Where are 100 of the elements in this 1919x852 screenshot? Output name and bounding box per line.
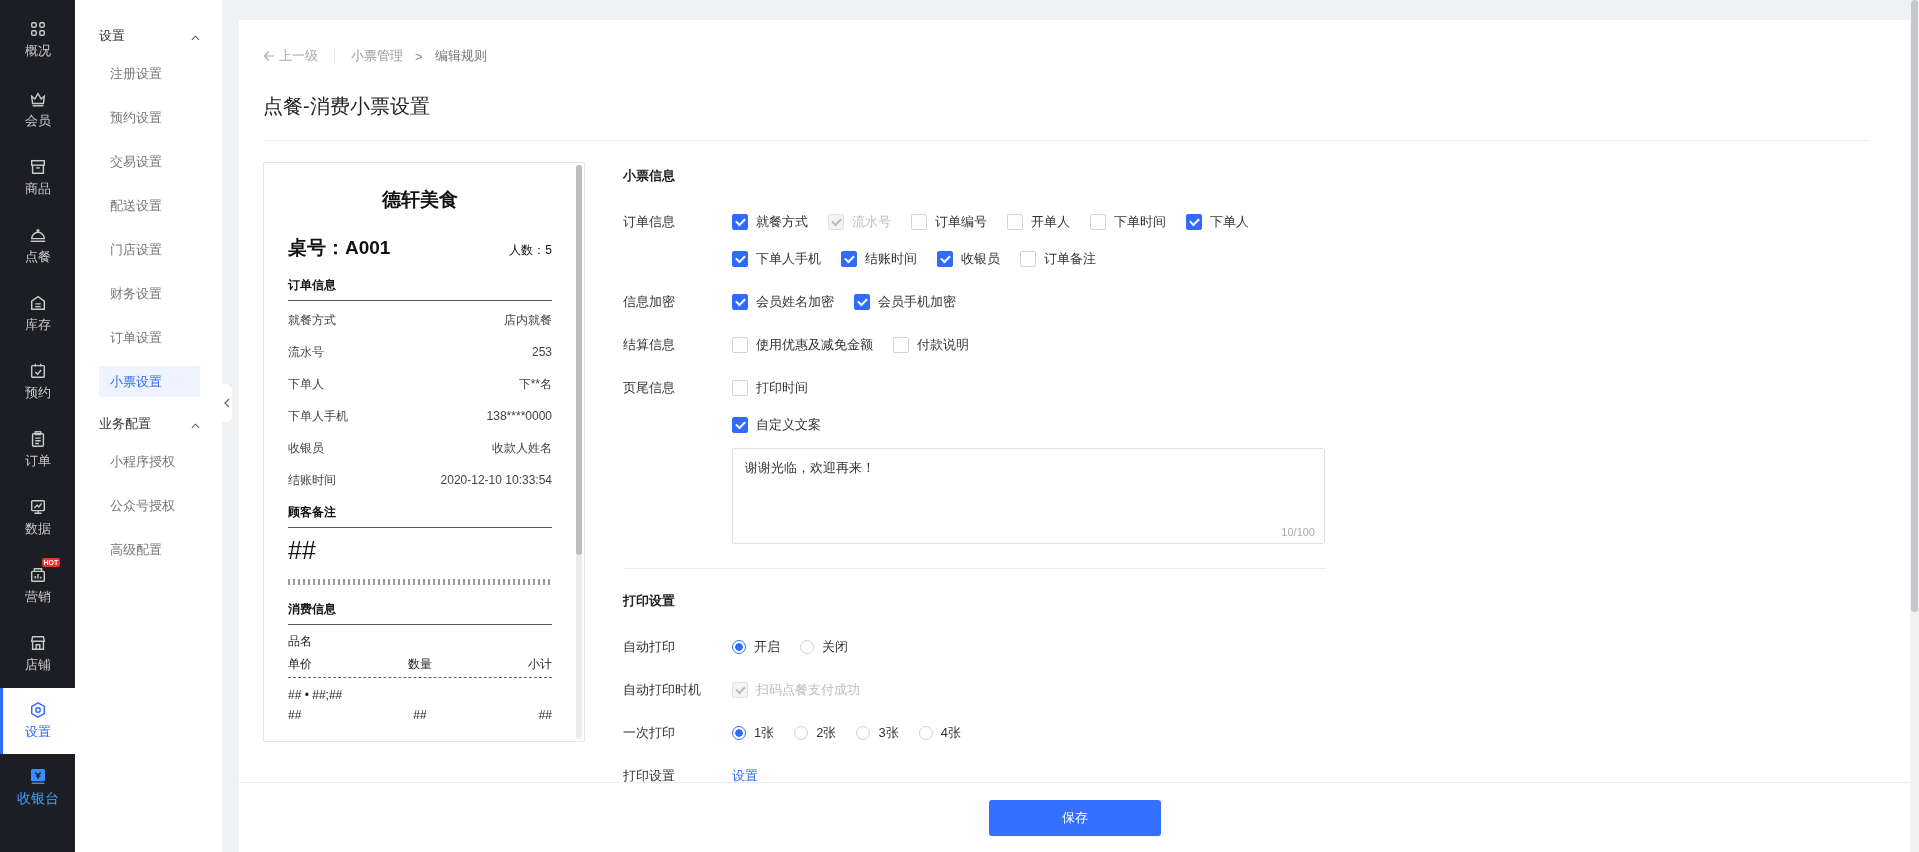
field-label: 自动打印	[623, 638, 676, 656]
radio-label[interactable]: 开启	[754, 638, 780, 656]
field-label: 订单信息	[623, 213, 676, 231]
item-line: ## • ##;##	[288, 688, 344, 702]
nav-label: 会员	[24, 112, 51, 130]
field-label: 页尾信息	[623, 379, 676, 397]
checkbox-label[interactable]: 结账时间	[865, 250, 917, 268]
receipt-label: 收银员	[288, 441, 324, 456]
checkbox[interactable]	[841, 251, 857, 267]
monitor-chart-icon	[28, 498, 47, 516]
receipt-label: 下单人手机	[288, 409, 348, 424]
nav-item[interactable]: 数据	[0, 484, 75, 552]
nav-item[interactable]: 库存	[0, 280, 75, 348]
submenu-item[interactable]: 小程序授权	[99, 446, 200, 477]
menu-group-header[interactable]: 设置	[99, 22, 200, 50]
field-label: 一次打印	[623, 724, 676, 742]
note-text: ##	[288, 536, 317, 565]
settings-icon	[28, 701, 47, 719]
nav-label: 点餐	[24, 248, 51, 266]
checkbox[interactable]	[937, 251, 953, 267]
column-header: 小计	[528, 656, 552, 673]
chevron-up-icon	[191, 422, 200, 429]
submenu-item[interactable]: 门店设置	[99, 234, 200, 265]
submenu-item[interactable]: 订单设置	[99, 322, 200, 353]
nav-item[interactable]: 点餐	[0, 212, 75, 280]
checkbox-label[interactable]: 自定义文案	[756, 416, 821, 434]
radio-label[interactable]: 4张	[940, 724, 961, 742]
radio-button[interactable]	[732, 726, 746, 740]
radio-label[interactable]: 1张	[754, 724, 775, 742]
radio-button[interactable]	[732, 640, 746, 654]
nav-item[interactable]: 概况	[0, 0, 75, 76]
checkbox-label[interactable]: 订单编号	[935, 213, 987, 231]
store-box-icon	[28, 158, 47, 176]
submenu-item[interactable]: 注册设置	[99, 58, 200, 89]
checkbox-label[interactable]: 下单人	[1210, 213, 1249, 231]
receipt-label: 流水号	[288, 345, 324, 360]
checkbox-label[interactable]: 会员姓名加密	[756, 293, 834, 311]
checkbox-label[interactable]: 付款说明	[917, 336, 969, 354]
receipt-section-title: 消费信息	[288, 601, 552, 625]
checkbox-label[interactable]: 打印时间	[756, 379, 808, 397]
menu-group-header[interactable]: 业务配置	[99, 410, 200, 438]
radio-label[interactable]: 3张	[878, 724, 899, 742]
shop-chart-icon	[28, 566, 47, 584]
breadcrumb-separator: >	[415, 48, 423, 64]
checkbox-label[interactable]: 收银员	[961, 250, 1000, 268]
nav-item[interactable]: 订单	[0, 416, 75, 484]
checkbox-label[interactable]: 就餐方式	[756, 213, 808, 231]
item-value: ##	[538, 708, 552, 722]
checkbox[interactable]	[732, 251, 748, 267]
checkbox[interactable]	[732, 214, 748, 230]
checkbox-label[interactable]: 下单时间	[1114, 213, 1166, 231]
nav-label: 库存	[24, 316, 51, 334]
receipt-value: 收款人姓名	[492, 441, 552, 456]
item-value: ##	[288, 708, 302, 722]
nav-item[interactable]: 收银台	[0, 754, 75, 852]
checkbox-label[interactable]: 下单人手机	[756, 250, 821, 268]
chevron-left-icon	[224, 398, 230, 408]
arrow-left-icon	[263, 50, 275, 62]
field-label: 信息加密	[623, 293, 676, 311]
nav-item[interactable]: 会员	[0, 76, 75, 144]
radio-label[interactable]: 2张	[816, 724, 837, 742]
submenu-item[interactable]: 小票设置	[99, 366, 200, 397]
checkbox[interactable]	[732, 294, 748, 310]
checkbox-label: 流水号	[852, 213, 891, 231]
checkbox[interactable]	[854, 294, 870, 310]
receipt-value: 2020-12-10 10:33:54	[440, 473, 552, 488]
checkbox-label[interactable]: 订单备注	[1044, 250, 1096, 268]
nav-item[interactable]: 预约	[0, 348, 75, 416]
receipt-value: 店内就餐	[504, 313, 552, 328]
checkbox[interactable]	[1186, 214, 1202, 230]
checkbox-label[interactable]: 使用优惠及减免金额	[756, 336, 873, 354]
breadcrumb-item: 编辑规则	[434, 47, 487, 65]
grid-icon	[28, 20, 47, 38]
submenu-item[interactable]: 高级配置	[99, 534, 200, 565]
nav-label: 概况	[24, 42, 51, 60]
section-title: 打印设置	[623, 592, 676, 610]
shop-name: 德轩美食	[380, 188, 459, 212]
calendar-check-icon	[28, 362, 47, 380]
submenu-item[interactable]: 财务设置	[99, 278, 200, 309]
collapse-handle[interactable]	[222, 384, 232, 422]
checkbox-label[interactable]: 会员手机加密	[878, 293, 956, 311]
submenu-item[interactable]: 预约设置	[99, 102, 200, 133]
submenu-item[interactable]: 交易设置	[99, 146, 200, 177]
nav-item[interactable]: 商品	[0, 144, 75, 212]
receipt-label: 下单人	[288, 377, 324, 392]
receipt-label: 结账时间	[288, 473, 336, 488]
nav-item[interactable]: 店铺	[0, 620, 75, 688]
receipt-section-title: 订单信息	[288, 277, 552, 301]
save-button[interactable]: 保存	[988, 799, 1161, 836]
page-title: 点餐-消费小票设置	[263, 94, 431, 119]
checkbox-label[interactable]: 开单人	[1031, 213, 1070, 231]
submenu-item[interactable]: 公众号授权	[99, 490, 200, 521]
receipt-value: 下**名	[518, 377, 552, 392]
radio-label[interactable]: 关闭	[822, 638, 848, 656]
storefront-icon	[28, 634, 47, 652]
submenu-item[interactable]: 配送设置	[99, 190, 200, 221]
guest-count: 人数：5	[509, 242, 552, 259]
scrollbar[interactable]	[576, 165, 582, 739]
settings-link[interactable]: 设置	[732, 767, 758, 782]
checkbox[interactable]	[732, 417, 748, 433]
